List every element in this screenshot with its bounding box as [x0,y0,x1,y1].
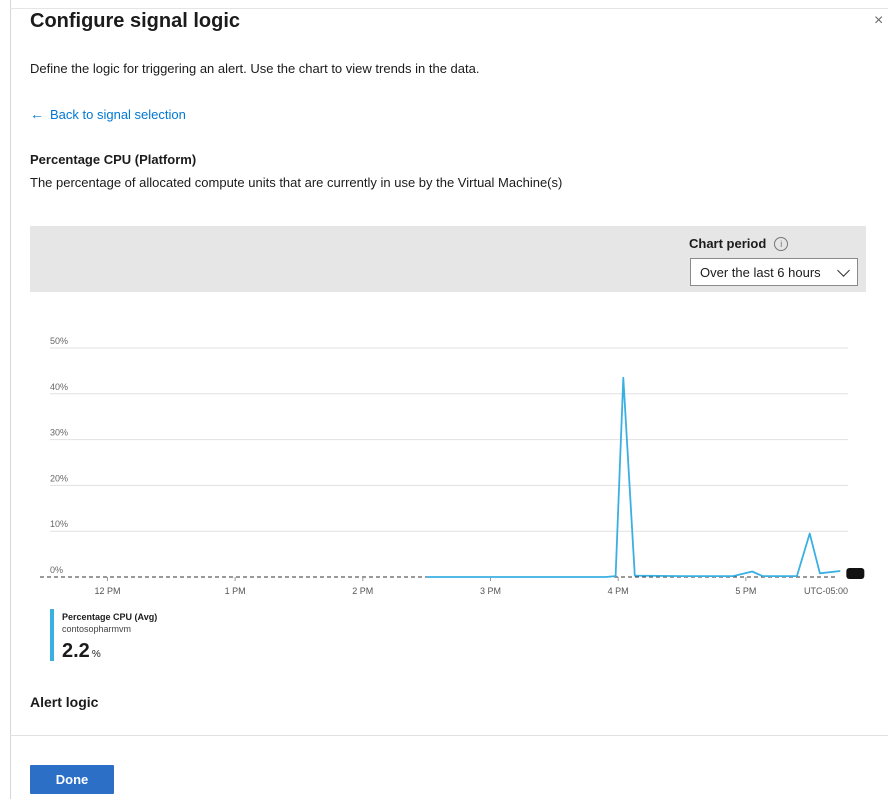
legend-resource-name: contosopharmvm [62,624,132,634]
info-icon[interactable]: i [774,236,789,251]
close-icon[interactable]: × [874,12,883,30]
legend-series-label: Percentage CPU (Avg) [62,612,158,622]
x-tick-label: 2 PM [352,586,373,596]
legend-color-swatch [50,609,54,661]
legend-value-number: 2.2 [62,640,90,662]
y-tick-label: 10% [50,519,68,529]
chevron-down-icon [837,263,850,277]
x-tick-label: 5 PM [735,586,756,596]
panel-left-border [10,0,11,799]
series-line [426,376,841,578]
cpu-line-chart: 50% 40% 30% 20% 10% 0% 12 PM 1 PM 2 PM 3 PM 4 PM 5 … [40,336,865,596]
done-button[interactable]: Done [30,765,114,794]
x-tick-label: 12 PM [94,586,120,596]
panel-description: Define the logic for triggering an alert… [30,61,480,76]
chart-period-label: Chart period i [689,236,789,251]
back-arrow-icon: ← [30,106,44,122]
legend-current-value: 2.2% [62,640,101,663]
panel-top-border [10,8,888,9]
chart-period-value: Over the last 6 hours [700,264,821,280]
x-tick-label: 4 PM [608,586,629,596]
legend-value-unit: % [91,649,101,660]
x-tick-label: 3 PM [480,586,501,596]
y-tick-label: 50% [50,336,68,346]
y-tick-label: 20% [50,473,68,483]
x-tick-label: 1 PM [225,586,246,596]
y-tick-label: 0% [50,565,63,575]
current-value-marker [846,568,865,579]
alert-logic-heading: Alert logic [30,694,99,710]
y-tick-label: 40% [50,382,68,392]
y-tick-label: 30% [50,428,68,438]
chart-period-dropdown[interactable]: Over the last 6 hours [690,258,858,286]
panel-title: Configure signal logic [30,10,241,32]
signal-description: The percentage of allocated compute unit… [30,175,563,190]
back-to-signal-selection-link[interactable]: ← Back to signal selection [30,106,186,122]
signal-name: Percentage CPU (Platform) [30,152,197,167]
back-link-label: Back to signal selection [50,106,186,122]
timezone-label: UTC-05:00 [804,586,848,596]
chart-period-text: Chart period [689,236,767,251]
footer-divider [10,735,888,736]
